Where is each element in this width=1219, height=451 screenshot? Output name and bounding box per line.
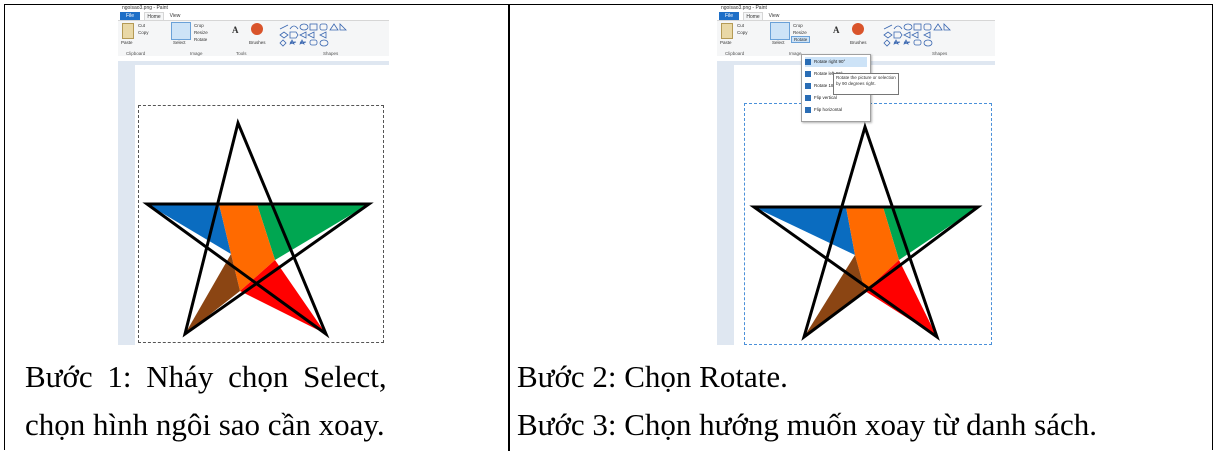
ribbon-tabs: File Home View [717,12,995,21]
menu-item-rotate-right[interactable]: Rotate right 90° [805,57,867,67]
rotate-left-icon [805,70,811,77]
resize-button[interactable]: Resize [194,30,208,35]
tab-home[interactable]: Home [743,12,763,20]
tab-file[interactable]: File [719,12,739,20]
cut-button[interactable]: Cut [737,23,744,28]
paint-screenshot-step2: ngoisao3.png - Paint File Home View Past… [717,5,995,345]
tab-view[interactable]: View [765,12,783,20]
cut-button[interactable]: Cut [138,23,145,28]
crop-button[interactable]: Crop [793,23,803,28]
select-button[interactable]: Select [772,40,785,45]
crop-button[interactable]: Crop [194,23,204,28]
ribbon-tabs: File Home View [118,12,389,21]
step3-caption: Bước 3: Chọn hướng muốn xoay từ danh sác… [517,407,1097,442]
shapes-gallery[interactable] [278,23,378,47]
rotate-tooltip: Rotate the picture or selection by 90 de… [833,73,899,95]
brushes-icon[interactable] [251,23,263,35]
steps-table: ngoisao3.png - Paint File Home View Past… [4,4,1213,451]
menu-item-flip-horizontal[interactable]: Flip horizontal [805,105,867,115]
rotate-right-icon [805,58,811,65]
select-icon[interactable] [770,22,790,40]
window-title: ngoisao3.png - Paint [717,5,995,12]
paste-icon[interactable] [721,23,733,39]
paste-icon[interactable] [122,23,134,39]
paint-screenshot-step1: ngoisao3.png - Paint File Home View Past… [118,5,389,345]
rotate-180-icon [805,82,811,89]
star-bottom-left-point [804,255,865,337]
step2-caption: Bước 2: Chọn Rotate. [517,359,788,394]
step1-caption-line1: Bước 1: Nháy chọn Select, [25,359,387,394]
ribbon: Paste Cut Copy Select Crop Resize Rotate… [717,21,995,58]
brushes-button[interactable]: Brushes [249,40,266,45]
tab-home[interactable]: Home [144,12,164,20]
flip-vertical-icon [805,94,811,101]
rotate-button[interactable]: Rotate [194,37,207,42]
ribbon: Paste Cut Copy Select Crop Resize Rotate… [118,21,389,58]
text-tool-icon[interactable]: A [232,25,239,35]
rotate-button[interactable]: Rotate [791,36,811,43]
brushes-icon[interactable] [852,23,864,35]
star-right-point [883,207,978,260]
select-icon[interactable] [171,22,191,40]
tab-file[interactable]: File [120,12,140,20]
star-top-point [219,123,257,204]
brushes-button[interactable]: Brushes [850,40,867,45]
copy-button[interactable]: Copy [138,30,149,35]
star-drawing [142,118,374,339]
text-tool-icon[interactable]: A [833,25,840,35]
step1-caption-line2: chọn hình ngôi sao cần xoay. [25,407,385,442]
window-title: ngoisao3.png - Paint [118,5,389,12]
paste-button[interactable]: Paste [121,40,133,45]
resize-button[interactable]: Resize [793,30,807,35]
column-divider [508,5,510,451]
select-button[interactable]: Select [173,40,186,45]
copy-button[interactable]: Copy [737,30,748,35]
paste-button[interactable]: Paste [720,40,732,45]
flip-horizontal-icon [805,106,811,113]
tab-view[interactable]: View [166,12,184,20]
drawing-canvas[interactable] [135,65,389,345]
shapes-gallery[interactable] [882,23,982,47]
